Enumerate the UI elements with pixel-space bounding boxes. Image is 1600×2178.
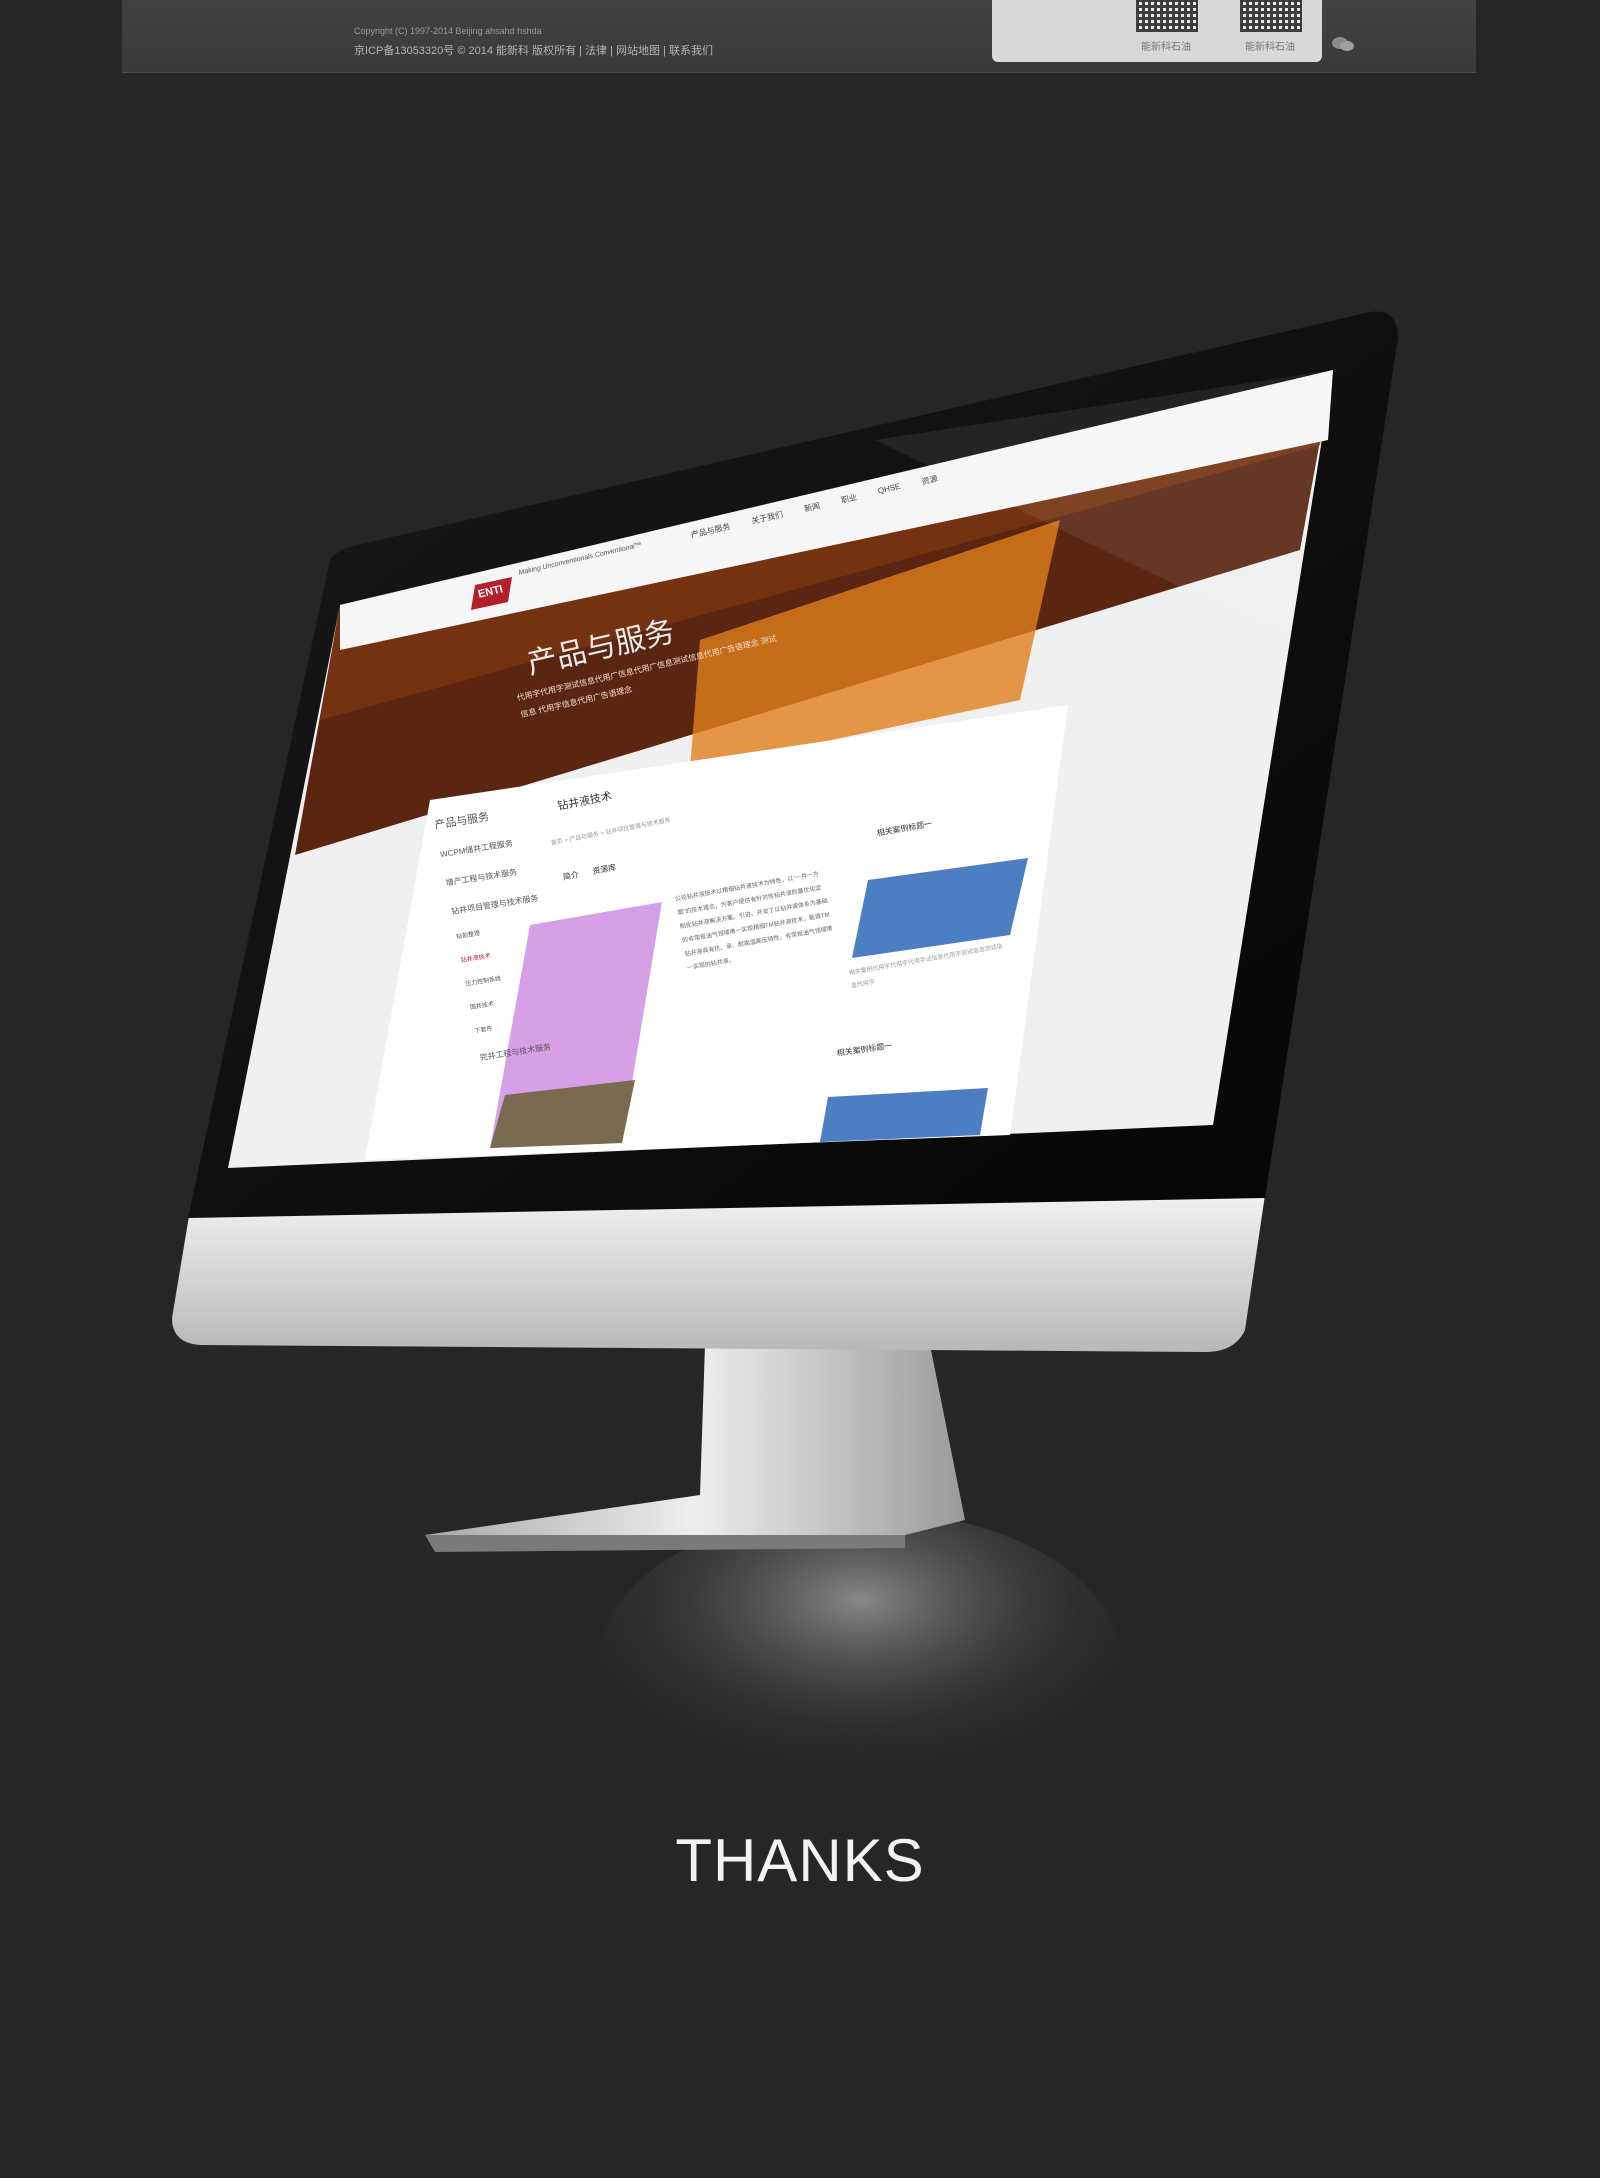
monitor-stand	[425, 1345, 965, 1545]
thanks-heading: THANKS	[675, 1827, 925, 1894]
monitor-chin	[172, 1195, 1265, 1352]
related-case-photo-2	[820, 1088, 988, 1142]
stand-reflection	[600, 1510, 1120, 1810]
